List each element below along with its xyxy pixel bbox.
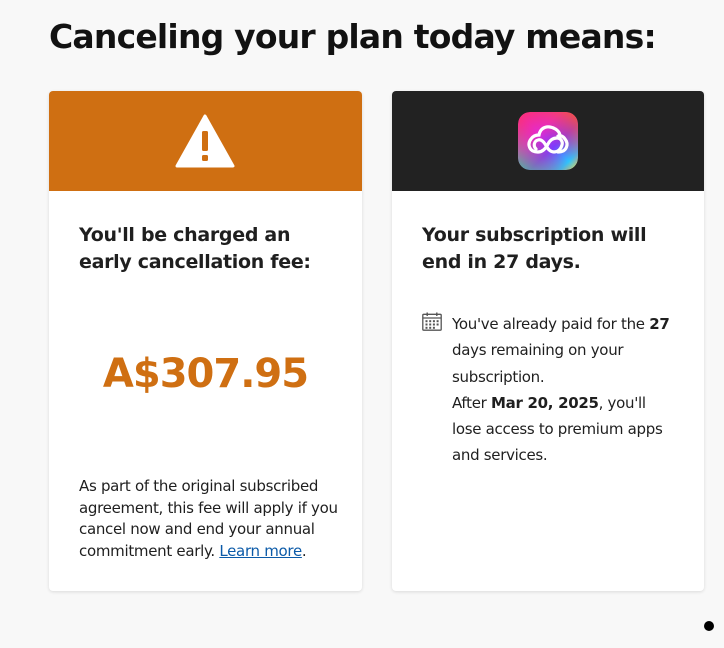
paid-days-text-post: days remaining on your subscription. — [452, 341, 624, 386]
cursor-dot — [704, 621, 714, 631]
warning-icon — [175, 114, 235, 168]
fee-amount: A$307.95 — [102, 351, 309, 397]
subscription-info-text: You've already paid for the 27 days rema… — [452, 311, 678, 469]
page-title: Canceling your plan today means: — [49, 17, 657, 56]
calendar-icon — [422, 312, 442, 331]
subscription-card-banner — [392, 91, 704, 191]
creative-cloud-logo-icon — [518, 112, 578, 170]
subscription-heading: Your subscription will end in 27 days. — [422, 224, 647, 273]
fee-note-end: . — [301, 541, 307, 560]
paid-days-text-pre: You've already paid for the — [452, 315, 650, 333]
end-date: Mar 20, 2025 — [491, 393, 599, 412]
cancellation-fee-card: You'll be charged an early cancellation … — [49, 91, 362, 591]
end-date-text-pre: After — [452, 393, 491, 412]
paid-days-count: 27 — [649, 315, 670, 333]
fee-heading: You'll be charged an early cancellation … — [79, 224, 311, 273]
learn-more-link[interactable]: Learn more — [219, 542, 302, 560]
subscription-end-card: Your subscription will end in 27 days. Y… — [392, 91, 704, 591]
fee-card-banner — [49, 91, 362, 191]
fee-note: As part of the original subscribed agree… — [79, 476, 349, 562]
